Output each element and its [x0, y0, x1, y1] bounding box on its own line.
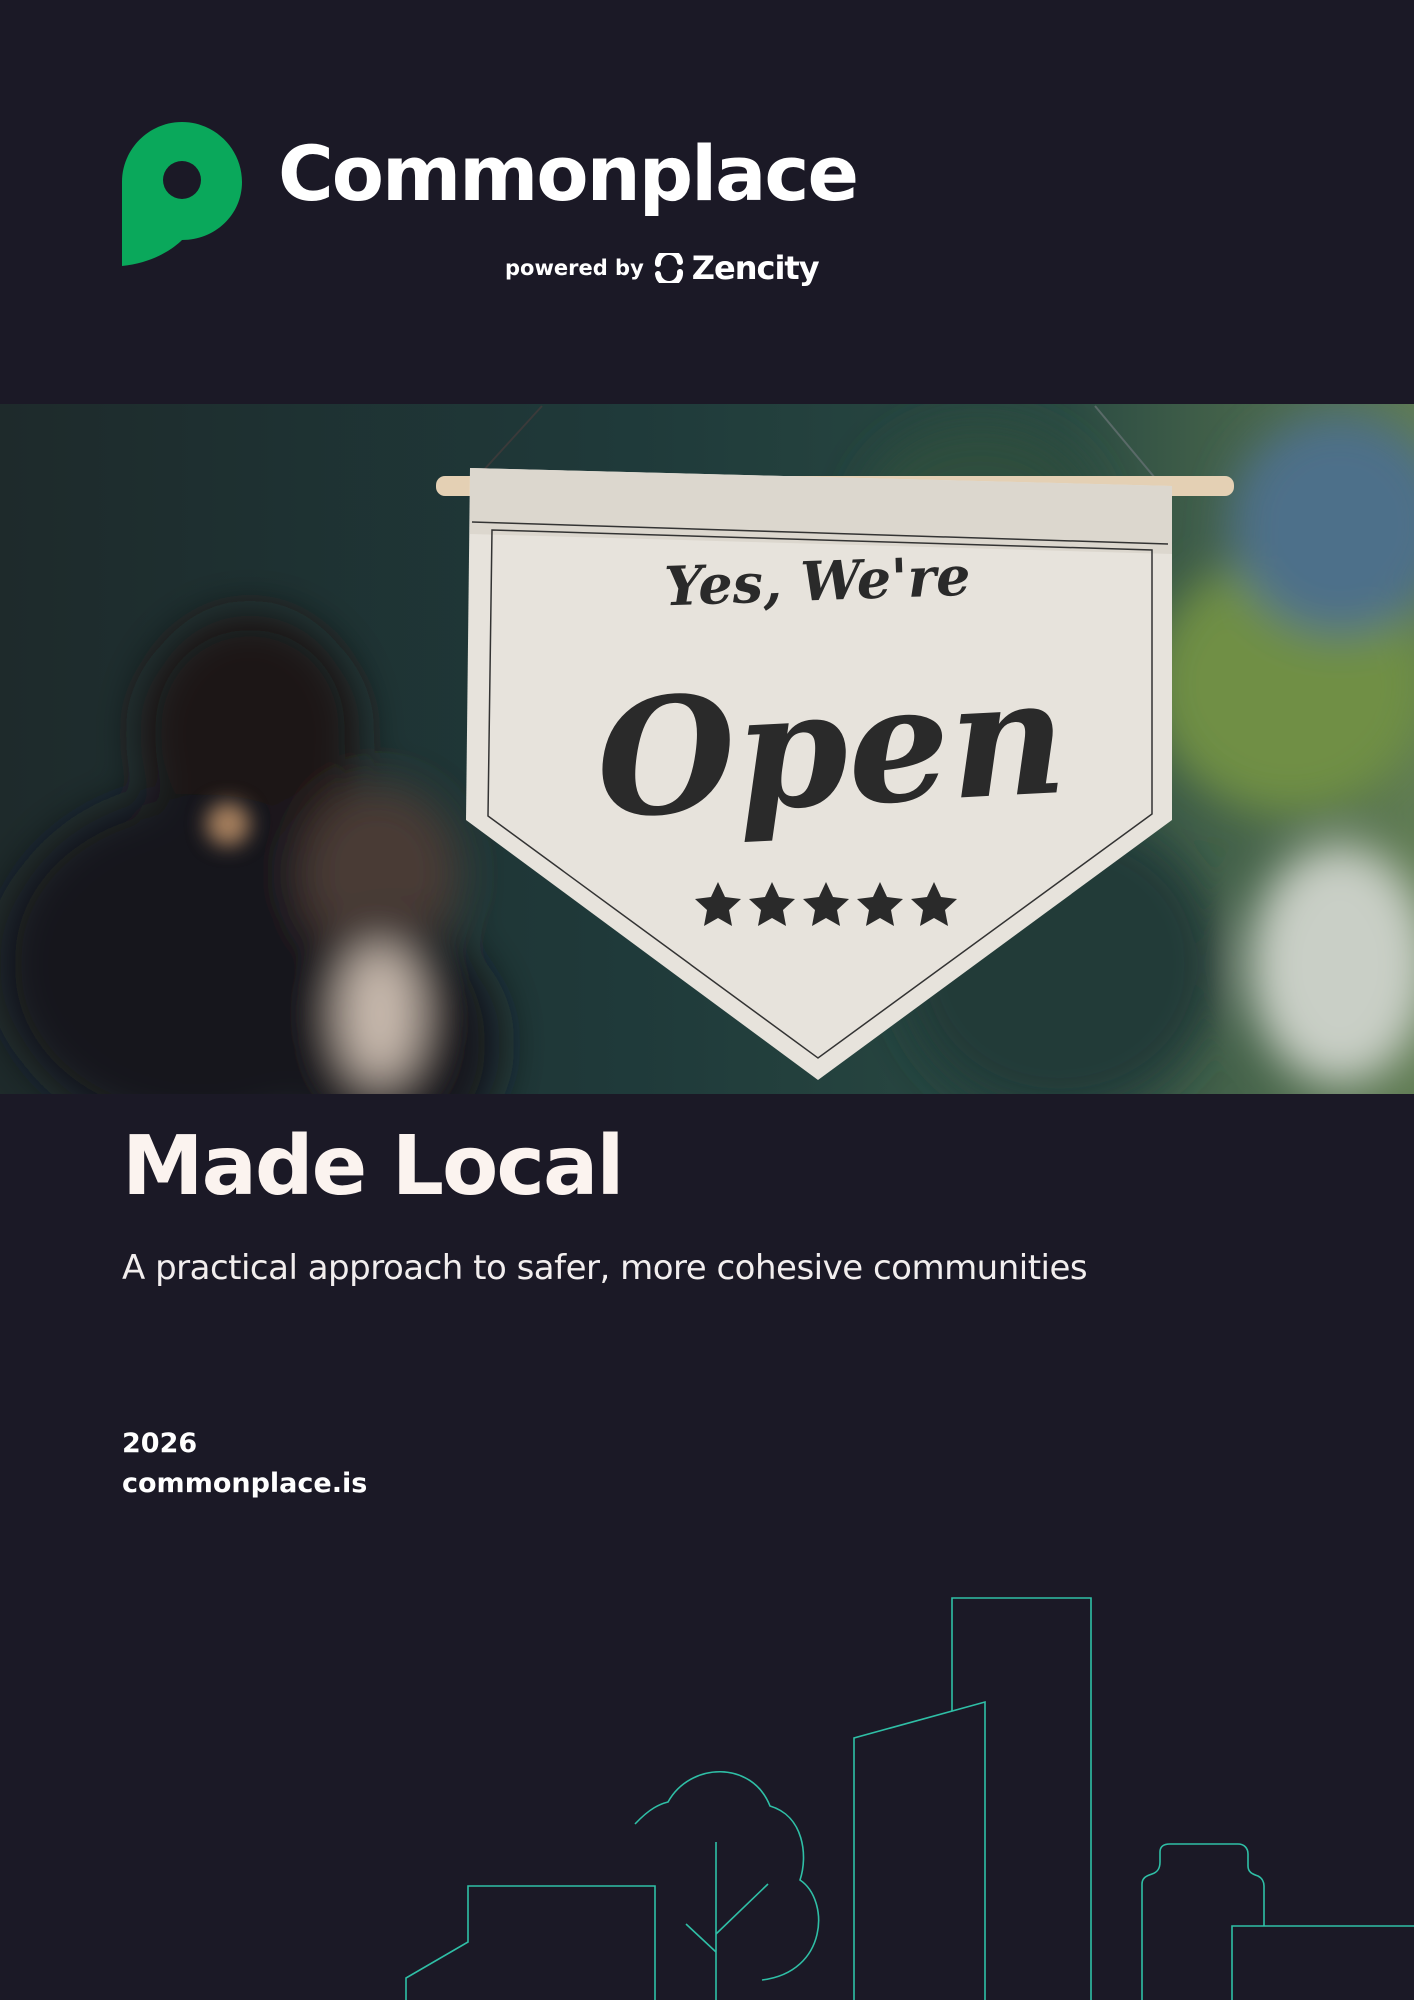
powered-by-lockup: powered by Zencity	[505, 248, 820, 288]
powered-by-label: powered by	[505, 256, 644, 280]
cover-subtitle: A practical approach to safer, more cohe…	[122, 1248, 1088, 1288]
cover-title: Made Local	[122, 1119, 624, 1214]
publication-year: 2026	[122, 1428, 198, 1459]
sign-text-line2: Open	[592, 642, 1071, 854]
commonplace-logo-icon	[122, 122, 242, 266]
hero-photo: Yes, We're Open	[0, 404, 1414, 1094]
zencity-name: Zencity	[691, 249, 820, 287]
city-skyline-illustration	[405, 1597, 1414, 2000]
sign-text-line1: Yes, We're	[663, 544, 971, 619]
website-link[interactable]: commonplace.is	[122, 1468, 367, 1499]
zencity-logo-icon	[654, 253, 683, 283]
brand-name: Commonplace	[278, 129, 859, 218]
